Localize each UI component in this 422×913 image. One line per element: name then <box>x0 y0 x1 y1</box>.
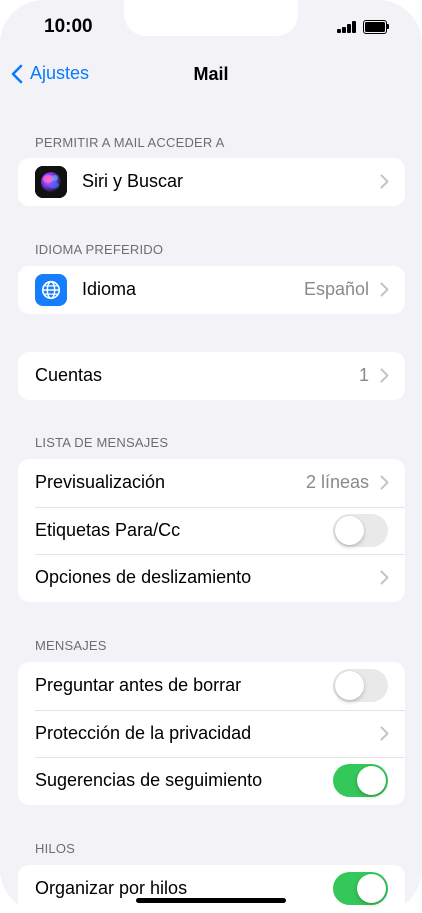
chevron-right-icon <box>380 174 389 189</box>
chevron-right-icon <box>380 282 389 297</box>
section-header-language: IDIOMA PREFERIDO <box>35 242 164 257</box>
row-privacy-protection[interactable]: Protección de la privacidad <box>18 709 405 758</box>
group-accounts: Cuentas 1 <box>18 352 405 400</box>
section-header-access: PERMITIR A MAIL ACCEDER A <box>35 135 225 150</box>
section-header-message-list: LISTA DE MENSAJES <box>35 435 169 450</box>
organize-by-thread-toggle[interactable] <box>333 872 388 906</box>
language-value: Español <box>303 279 369 300</box>
battery-icon <box>363 20 389 34</box>
follow-up-suggestions-label: Sugerencias de seguimiento <box>35 770 263 791</box>
row-preview[interactable]: Previsualización 2 líneas <box>18 459 405 507</box>
row-follow-up-suggestions: Sugerencias de seguimiento <box>18 757 405 805</box>
section-header-messages: MENSAJES <box>35 638 107 653</box>
ask-before-deleting-toggle[interactable] <box>333 669 388 703</box>
row-organize-by-thread: Organizar por hilos <box>18 865 405 913</box>
group-threads: Organizar por hilos <box>18 865 405 913</box>
group-access: Siri y Buscar <box>18 158 405 206</box>
settings-screen: 10:00 Ajustes Mail PERMITIR A MAIL ACCED… <box>0 0 422 913</box>
row-to-cc-labels: Etiquetas Para/Cc <box>18 506 405 555</box>
chevron-right-icon <box>380 368 389 383</box>
language-label: Idioma <box>82 279 137 300</box>
to-cc-labels-toggle[interactable] <box>333 513 388 547</box>
page-title: Mail <box>193 64 229 84</box>
organize-by-thread-label: Organizar por hilos <box>35 878 188 899</box>
follow-up-suggestions-toggle[interactable] <box>333 764 388 798</box>
row-language[interactable]: Idioma Español <box>18 266 405 314</box>
group-message-list: Previsualización 2 líneas Etiquetas Para… <box>18 459 405 602</box>
cellular-signal-icon <box>337 21 357 33</box>
preview-value: 2 líneas <box>305 472 369 493</box>
accounts-label: Cuentas <box>35 365 103 386</box>
section-header-threads: HILOS <box>35 841 76 856</box>
row-swipe-options[interactable]: Opciones de deslizamiento <box>18 554 405 602</box>
globe-icon <box>35 273 67 306</box>
accounts-count: 1 <box>358 365 369 386</box>
row-accounts[interactable]: Cuentas 1 <box>18 352 405 400</box>
navigation-bar: Ajustes Mail <box>0 56 422 96</box>
ask-before-deleting-label: Preguntar antes de borrar <box>35 675 242 696</box>
preview-label: Previsualización <box>35 472 166 493</box>
siri-icon <box>35 165 67 198</box>
row-siri-search[interactable]: Siri y Buscar <box>18 158 405 206</box>
row-ask-before-deleting: Preguntar antes de borrar <box>18 662 405 710</box>
group-messages: Preguntar antes de borrar Protección de … <box>18 662 405 805</box>
status-time: 10:00 <box>44 16 93 37</box>
chevron-right-icon <box>380 570 389 585</box>
chevron-right-icon <box>380 726 389 741</box>
privacy-protection-label: Protección de la privacidad <box>35 722 252 743</box>
group-language: Idioma Español <box>18 266 405 314</box>
swipe-options-label: Opciones de deslizamiento <box>35 567 252 588</box>
to-cc-labels-label: Etiquetas Para/Cc <box>35 519 181 540</box>
siri-search-label: Siri y Buscar <box>82 171 184 192</box>
chevron-right-icon <box>380 475 389 490</box>
home-indicator[interactable] <box>136 898 286 903</box>
status-bar: 10:00 <box>0 0 422 50</box>
